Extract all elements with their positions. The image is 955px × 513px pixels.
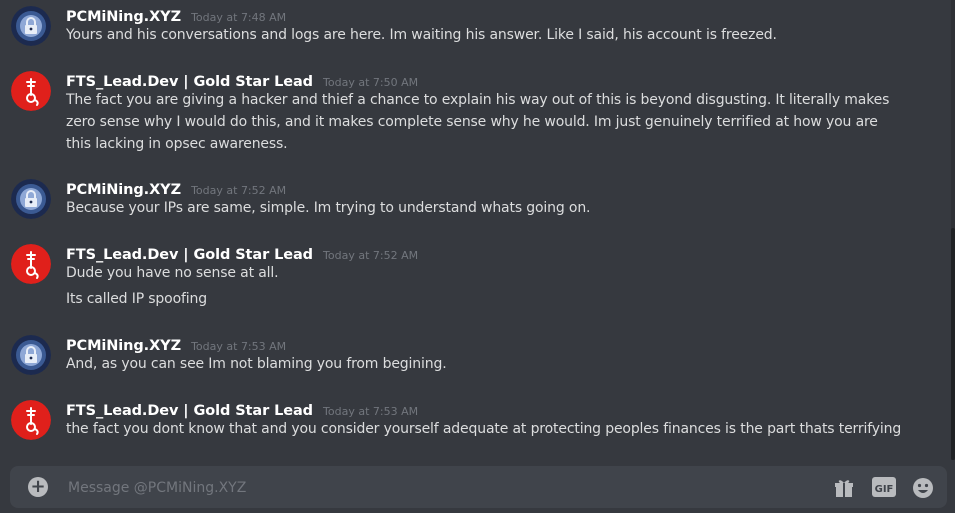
message-text: The fact you are giving a hacker and thi…: [66, 92, 890, 152]
message-list[interactable]: PCMiNing.XYZ Today at 7:48 AM Yours and …: [0, 0, 955, 460]
timestamp: Today at 7:52 AM: [323, 249, 419, 262]
avatar[interactable]: [11, 71, 51, 111]
avatar[interactable]: [11, 244, 51, 284]
lock-icon: [11, 6, 51, 46]
message-text: And, as you can see Im not blaming you f…: [66, 356, 447, 372]
lock-icon: [11, 335, 51, 375]
message-text: Because your IPs are same, simple. Im tr…: [66, 200, 591, 216]
emoji-icon[interactable]: [912, 477, 934, 499]
gift-icon[interactable]: [833, 477, 855, 499]
message-text: Yours and his conversations and logs are…: [66, 27, 777, 43]
message-text: Its called IP spoofing: [66, 291, 207, 307]
avatar[interactable]: [11, 6, 51, 46]
avatar[interactable]: [11, 400, 51, 440]
timestamp: Today at 7:53 AM: [191, 340, 287, 353]
plus-circle-icon[interactable]: +: [28, 477, 48, 497]
username[interactable]: PCMiNing.XYZ: [66, 9, 181, 25]
username[interactable]: PCMiNing.XYZ: [66, 338, 181, 354]
timestamp: Today at 7:53 AM: [323, 405, 419, 418]
message-composer: + GIF: [10, 466, 947, 508]
glyph-icon: [11, 71, 51, 111]
message-text: the fact you dont know that and you cons…: [66, 421, 902, 437]
message-input[interactable]: [66, 476, 770, 500]
timestamp: Today at 7:52 AM: [191, 184, 287, 197]
lock-icon: [11, 179, 51, 219]
username[interactable]: PCMiNing.XYZ: [66, 182, 181, 198]
timestamp: Today at 7:48 AM: [191, 11, 287, 24]
username[interactable]: FTS_Lead.Dev | Gold Star Lead: [66, 403, 313, 419]
username[interactable]: FTS_Lead.Dev | Gold Star Lead: [66, 74, 313, 90]
gif-button[interactable]: GIF: [872, 477, 896, 497]
timestamp: Today at 7:50 AM: [323, 76, 419, 89]
glyph-icon: [11, 244, 51, 284]
avatar[interactable]: [11, 179, 51, 219]
avatar[interactable]: [11, 335, 51, 375]
message-text: Dude you have no sense at all.: [66, 265, 279, 281]
username[interactable]: FTS_Lead.Dev | Gold Star Lead: [66, 247, 313, 263]
gif-label: GIF: [874, 484, 894, 495]
scrollbar-thumb[interactable]: [951, 228, 955, 460]
glyph-icon: [11, 400, 51, 440]
